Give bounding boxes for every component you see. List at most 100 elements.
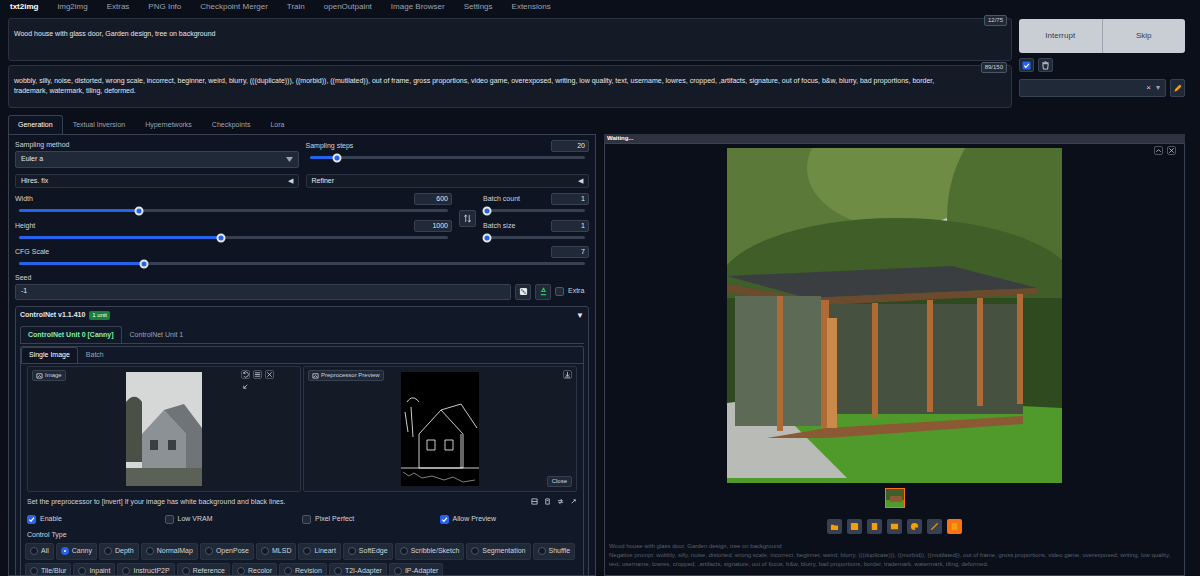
- control-type-option[interactable]: Shuffle: [533, 543, 576, 560]
- new-canvas-icon[interactable]: [531, 498, 538, 505]
- main-tab[interactable]: openOutpaint: [324, 1, 372, 13]
- radio-dot[interactable]: [61, 547, 69, 555]
- download-icon[interactable]: [563, 370, 572, 379]
- control-type-option[interactable]: T2I-Adapter: [329, 563, 387, 576]
- checkbox[interactable]: [27, 515, 36, 524]
- extra-checkbox[interactable]: Extra: [555, 286, 589, 297]
- slider-value-input[interactable]: 20: [551, 140, 589, 152]
- controlnet-image-input[interactable]: Image: [27, 366, 301, 492]
- control-type-option[interactable]: Canny: [56, 543, 97, 560]
- slider-value-input[interactable]: 1: [551, 193, 589, 205]
- slider-track[interactable]: [19, 262, 585, 265]
- radio-dot[interactable]: [122, 567, 130, 575]
- accordion-toggle[interactable]: ◀: [288, 176, 293, 187]
- control-type-option[interactable]: Scribble/Sketch: [395, 543, 465, 560]
- seed-input[interactable]: -1: [15, 284, 511, 300]
- send-dimensions-icon[interactable]: [241, 382, 250, 391]
- skip-button[interactable]: Skip: [1103, 19, 1186, 53]
- undo-icon[interactable]: [241, 370, 250, 379]
- slider-value-input[interactable]: 7: [551, 246, 589, 258]
- close-icon[interactable]: [265, 370, 274, 379]
- control-type-option[interactable]: InstructP2P: [117, 563, 174, 576]
- pencil-icon[interactable]: [1170, 79, 1185, 97]
- main-tab[interactable]: img2img: [57, 1, 87, 13]
- control-type-option[interactable]: OpenPose: [200, 543, 254, 560]
- slider-track[interactable]: [19, 209, 448, 212]
- control-type-option[interactable]: Reference: [177, 563, 230, 576]
- control-type-option[interactable]: Tile/Blur: [25, 563, 71, 576]
- checkbox[interactable]: [555, 287, 564, 296]
- controlnet-unit-tab[interactable]: ControlNet Unit 0 [Canny]: [20, 326, 122, 344]
- checkbox[interactable]: [165, 515, 174, 524]
- slider-track[interactable]: [487, 209, 585, 212]
- main-tab[interactable]: Image Browser: [391, 1, 445, 13]
- main-tab[interactable]: Extensions: [512, 1, 551, 13]
- styles-dropdown[interactable]: ×▾: [1019, 79, 1166, 97]
- accordion-toggle[interactable]: ◀: [578, 176, 583, 187]
- generation-tab[interactable]: Hypernetworks: [135, 115, 202, 135]
- gallery-thumbnail[interactable]: [885, 488, 905, 508]
- collapse-icon[interactable]: [1154, 146, 1163, 155]
- radio-dot[interactable]: [182, 567, 190, 575]
- radio-dot[interactable]: [30, 567, 38, 575]
- generation-tab[interactable]: Textual Inversion: [63, 115, 136, 135]
- slider-thumb[interactable]: [333, 153, 342, 162]
- interrupt-button[interactable]: Interrupt: [1019, 19, 1103, 53]
- radio-dot[interactable]: [205, 547, 213, 555]
- controlnet-toggle[interactable]: ▼: [576, 310, 584, 322]
- seed-value[interactable]: -1: [21, 286, 27, 297]
- main-tab[interactable]: Checkpoint Merger: [200, 1, 268, 13]
- control-type-option[interactable]: Revision: [279, 563, 327, 576]
- controlnet-unit-tab[interactable]: ControlNet Unit 1: [122, 326, 192, 344]
- checkbox[interactable]: [440, 515, 449, 524]
- radio-dot[interactable]: [78, 567, 86, 575]
- main-tab[interactable]: Train: [287, 1, 305, 13]
- swap-dimensions-icon[interactable]: [459, 210, 476, 227]
- radio-dot[interactable]: [284, 567, 292, 575]
- radio-dot[interactable]: [237, 567, 245, 575]
- accordion[interactable]: Refiner◀: [306, 174, 590, 188]
- radio-dot[interactable]: [394, 567, 402, 575]
- radio-dot[interactable]: [104, 547, 112, 555]
- slider-value-input[interactable]: 1000: [414, 220, 452, 232]
- slider-thumb[interactable]: [135, 206, 144, 215]
- controlnet-option[interactable]: Enable: [27, 514, 165, 525]
- slider-thumb[interactable]: [139, 259, 148, 268]
- control-type-option[interactable]: MLSD: [256, 543, 296, 560]
- main-tab[interactable]: Settings: [464, 1, 493, 13]
- image-tab[interactable]: Single Image: [21, 347, 78, 363]
- generation-tab[interactable]: Generation: [8, 115, 63, 135]
- zip-icon[interactable]: [867, 519, 882, 534]
- radio-dot[interactable]: [261, 547, 269, 555]
- slider-thumb[interactable]: [483, 233, 492, 242]
- webcam-icon[interactable]: [544, 498, 551, 505]
- generation-tab[interactable]: Checkpoints: [202, 115, 261, 135]
- radio-dot[interactable]: [303, 547, 311, 555]
- main-tab[interactable]: txt2img: [10, 1, 38, 13]
- open-styles-button[interactable]: ▾: [1156, 82, 1160, 94]
- prompt-text[interactable]: Wood house with glass door, Garden desig…: [14, 29, 1006, 39]
- radio-dot[interactable]: [30, 547, 38, 555]
- send-to-extras-icon[interactable]: [927, 519, 942, 534]
- checkbox[interactable]: [302, 515, 311, 524]
- control-type-option[interactable]: IP-Adapter: [389, 563, 443, 576]
- image-tab[interactable]: Batch: [78, 347, 112, 363]
- send-to-img2img-icon[interactable]: [887, 519, 902, 534]
- mirror-icon[interactable]: [557, 498, 564, 505]
- controlnet-option[interactable]: Pixel Perfect: [302, 514, 440, 525]
- controlnet-option[interactable]: Low VRAM: [165, 514, 303, 525]
- slider-value-input[interactable]: 600: [414, 193, 452, 205]
- control-type-option[interactable]: SoftEdge: [343, 543, 393, 560]
- main-tab[interactable]: PNG Info: [148, 1, 181, 13]
- slider-value-input[interactable]: 1: [551, 220, 589, 232]
- radio-dot[interactable]: [400, 547, 408, 555]
- save-icon[interactable]: [847, 519, 862, 534]
- slider-thumb[interactable]: [216, 233, 225, 242]
- close-preview-button[interactable]: Close: [547, 476, 572, 487]
- clear-icon[interactable]: [253, 370, 262, 379]
- negative-prompt-box[interactable]: wobbly, silly, noise, distorted, wrong s…: [8, 65, 1012, 108]
- send-to-openoutpaint-icon[interactable]: [947, 519, 962, 534]
- folder-icon[interactable]: [827, 519, 842, 534]
- sampling-method-dropdown[interactable]: Euler a: [15, 151, 299, 168]
- radio-dot[interactable]: [471, 547, 479, 555]
